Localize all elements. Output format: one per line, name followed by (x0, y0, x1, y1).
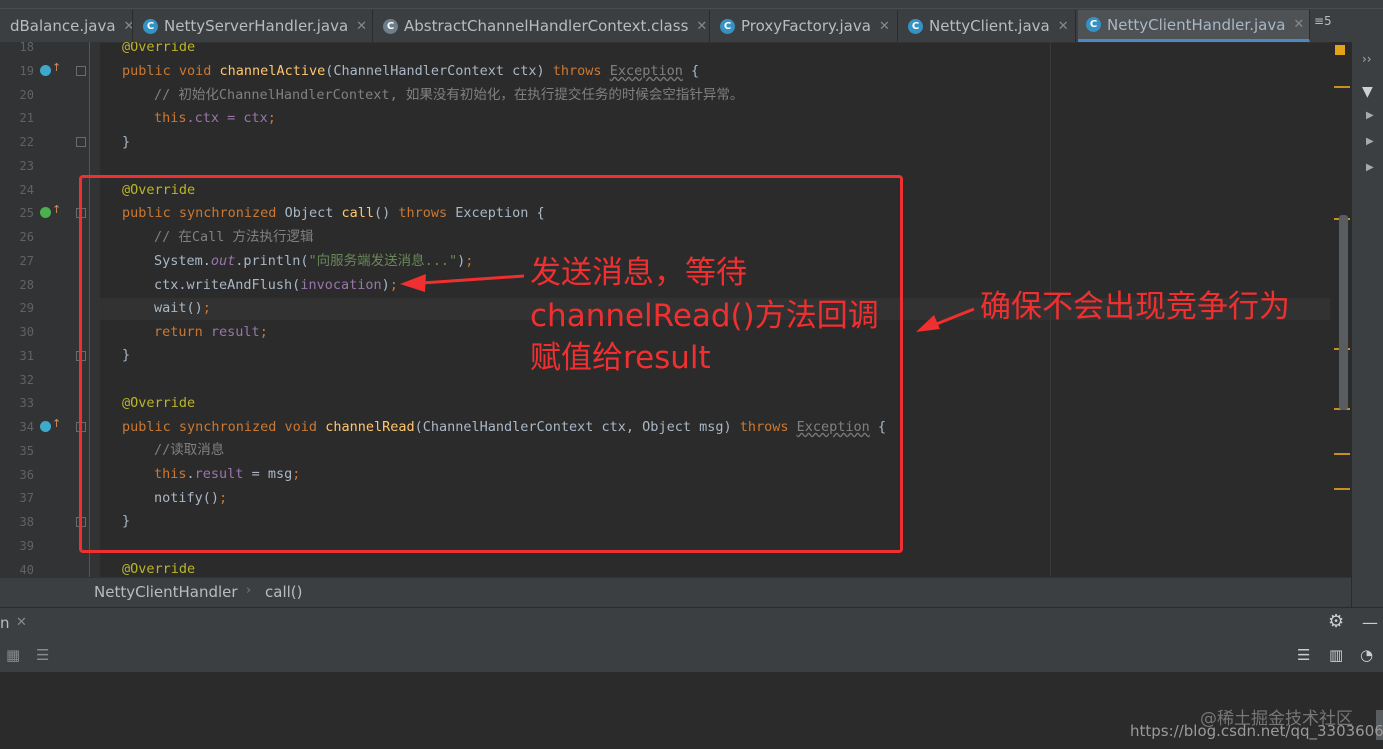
close-icon[interactable]: ✕ (1058, 19, 1069, 34)
code-line: } (122, 134, 131, 150)
editor-tab-bar: dBalance.java ✕ C NettyServerHandler.java ✕… (0, 0, 1383, 43)
tab-nettyclienthandler[interactable]: C NettyClientHandler.java ✕ (1078, 10, 1310, 42)
fold-icon[interactable] (76, 137, 86, 147)
line-number: 24 (19, 182, 34, 197)
line-number: 22 (19, 135, 34, 149)
tab-label: NettyServerHandler.java (164, 17, 349, 35)
annotation-note-line2: channelRead()方法回调 (530, 298, 879, 334)
error-stripe-marker[interactable] (1334, 453, 1350, 455)
annotation-arrow-left (400, 274, 525, 292)
tab-label: dBalance.java (10, 17, 116, 35)
java-class-icon: C (143, 18, 158, 34)
annotation-note-line1: 发送消息，等待 (530, 255, 747, 291)
tool-window-header: n ✕ ⚙ — (0, 607, 1383, 639)
fold-icon[interactable] (76, 66, 86, 76)
close-icon[interactable]: ✕ (124, 19, 132, 34)
tab-abstractchannelhandlercontext[interactable]: C AbstractChannelHandlerContext.class ✕ (375, 10, 710, 42)
line-number: 38 (19, 515, 34, 529)
align-icon[interactable]: ☰ (1297, 646, 1310, 664)
override-icon[interactable]: ↑ (40, 417, 61, 432)
breadcrumb-method[interactable]: call() (265, 583, 302, 601)
warning-indicator-icon[interactable] (1335, 45, 1345, 55)
annotation-highlight-box (79, 175, 903, 553)
tab-nettyserverhandler[interactable]: C NettyServerHandler.java ✕ (135, 10, 373, 42)
tree-node-arrow-icon[interactable]: ▶ (1366, 162, 1374, 173)
implement-icon[interactable]: ↑ (40, 203, 61, 218)
close-icon[interactable]: ✕ (1293, 17, 1304, 32)
close-icon[interactable]: ✕ (16, 615, 27, 630)
line-number: 39 (19, 538, 34, 553)
minimize-icon[interactable]: — (1362, 613, 1378, 632)
line-number: 28 (19, 277, 34, 292)
error-stripe-marker[interactable] (1334, 488, 1350, 490)
java-class-icon: C (908, 18, 923, 34)
annotation-note-right: 确保不会出现竞争行为 (980, 289, 1290, 325)
line-number: 36 (19, 467, 34, 482)
line-number: 26 (19, 230, 34, 244)
close-icon[interactable]: ✕ (696, 19, 707, 34)
gauge-icon[interactable]: ◔ (1360, 646, 1373, 664)
line-number: 31 (19, 348, 34, 363)
tab-label: AbstractChannelHandlerContext.class (404, 17, 689, 35)
line-number: 19 (19, 63, 34, 78)
tool-window-toolbar: ▦ ☰ ☰ ▥ ◔ (0, 638, 1383, 673)
tab-proxyfactory[interactable]: C ProxyFactory.java ✕ (712, 10, 898, 42)
table-icon[interactable]: ▦ (6, 646, 20, 664)
tab-label: ProxyFactory.java (741, 17, 871, 35)
gear-icon[interactable]: ⚙ (1328, 611, 1344, 632)
tab-nettyclient[interactable]: C NettyClient.java ✕ (900, 10, 1076, 42)
line-number: 35 (19, 443, 34, 458)
tool-window-title[interactable]: n (0, 614, 10, 632)
right-tool-strip: ›› ▼ ▶ ▶ ▶ (1351, 42, 1383, 607)
expand-triangle-icon[interactable]: ▼ (1362, 84, 1373, 100)
line-number: 21 (19, 111, 34, 126)
line-number: 32 (19, 372, 34, 387)
code-line: @Override (122, 561, 196, 577)
code-line: @Override (122, 42, 196, 55)
class-file-icon: C (383, 18, 398, 34)
tab-overflow-menu[interactable]: ≡5 (1314, 14, 1332, 28)
line-number: 25 (19, 206, 34, 221)
chevron-right-icon[interactable]: ›› (1362, 52, 1372, 66)
tree-node-arrow-icon[interactable]: ▶ (1366, 136, 1374, 147)
line-number: 37 (19, 491, 34, 506)
line-number: 20 (19, 87, 34, 102)
columns-icon[interactable]: ▥ (1329, 646, 1343, 664)
close-icon[interactable]: ✕ (879, 19, 890, 34)
tab-label: NettyClientHandler.java (1107, 15, 1286, 34)
breadcrumb-separator-icon: › (246, 583, 252, 598)
java-class-icon: C (1086, 17, 1101, 32)
breadcrumb-class[interactable]: NettyClientHandler (94, 583, 238, 601)
line-number: 30 (19, 325, 34, 339)
tree-node-arrow-icon[interactable]: ▶ (1366, 110, 1374, 121)
tab-dbalance[interactable]: dBalance.java ✕ (0, 10, 133, 42)
filter-icon[interactable]: ☰ (36, 646, 49, 664)
line-number: 33 (19, 396, 34, 411)
annotation-arrow-right (916, 307, 975, 332)
tab-label: NettyClient.java (929, 17, 1050, 35)
close-icon[interactable]: ✕ (356, 19, 367, 34)
code-line: this.ctx = ctx; (154, 110, 276, 126)
title-strip (0, 0, 1383, 9)
code-line: // 初始化ChannelHandlerContext, 如果没有初始化，在执行… (154, 87, 744, 103)
watermark-url: https://blog.csdn.net/qq_33036061 (1130, 722, 1383, 740)
line-number: 34 (19, 420, 34, 434)
breadcrumb: NettyClientHandler › call() (0, 577, 1351, 608)
annotation-note-line3: 赋值给result (530, 340, 711, 376)
java-class-icon: C (720, 18, 735, 34)
line-number: 27 (19, 253, 34, 268)
line-number: 29 (19, 301, 34, 316)
line-number: 40 (19, 562, 34, 577)
line-number: 23 (19, 158, 34, 173)
editor-scrollbar-thumb[interactable] (1339, 215, 1348, 410)
override-icon[interactable]: ↑ (40, 61, 61, 76)
line-number: 18 (19, 40, 34, 54)
code-line: public void channelActive(ChannelHandler… (122, 63, 700, 79)
error-stripe-marker[interactable] (1334, 86, 1350, 88)
